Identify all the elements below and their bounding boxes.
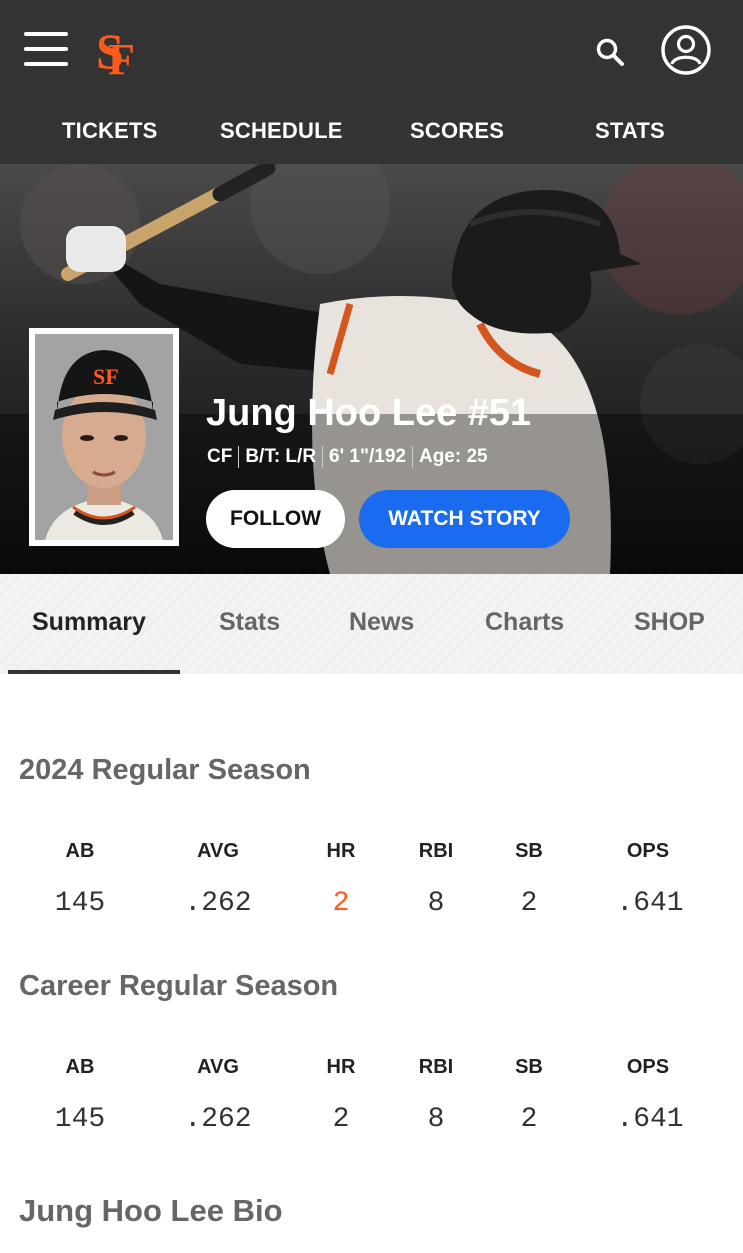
career-stats-title: Career Regular Season bbox=[19, 970, 339, 1002]
player-age: Age: 25 bbox=[418, 446, 488, 468]
season-value-sb: 2 bbox=[520, 888, 538, 919]
nav-tickets[interactable]: TICKETS bbox=[62, 118, 158, 144]
player-meta: CF B/T: L/R 6' 1"/192 Age: 25 bbox=[207, 446, 488, 468]
season-value-avg: .262 bbox=[184, 888, 252, 919]
career-header-sb: SB bbox=[515, 1056, 543, 1078]
career-header-hr: HR bbox=[326, 1056, 356, 1078]
giants-logo[interactable]: S F bbox=[94, 16, 142, 80]
search-icon[interactable] bbox=[594, 36, 626, 68]
career-header-rbi: RBI bbox=[418, 1056, 454, 1078]
player-bats-throws: B/T: L/R bbox=[245, 446, 317, 468]
season-header-hr: HR bbox=[326, 840, 356, 862]
career-value-sb: 2 bbox=[520, 1104, 538, 1135]
career-header-ops: OPS bbox=[626, 1056, 670, 1078]
tab-summary[interactable]: Summary bbox=[32, 608, 146, 637]
nav-scores[interactable]: SCORES bbox=[410, 118, 504, 144]
hamburger-icon[interactable] bbox=[24, 30, 70, 70]
tab-stats[interactable]: Stats bbox=[219, 608, 280, 637]
season-header-ab: AB bbox=[65, 840, 95, 862]
tab-charts[interactable]: Charts bbox=[485, 608, 564, 637]
player-headshot: SF bbox=[29, 328, 179, 546]
nav-schedule[interactable]: SCHEDULE bbox=[220, 118, 343, 144]
bio-title: Jung Hoo Lee Bio bbox=[19, 1193, 283, 1228]
tab-shop[interactable]: SHOP bbox=[634, 608, 705, 637]
career-value-avg: .262 bbox=[184, 1104, 252, 1135]
player-tabs: Summary Stats News Charts SHOP bbox=[0, 574, 743, 674]
season-value-ab: 145 bbox=[54, 888, 106, 919]
season-stats-title: 2024 Regular Season bbox=[19, 754, 311, 786]
main-nav: TICKETS SCHEDULE SCORES STATS bbox=[0, 102, 743, 164]
tab-news[interactable]: News bbox=[349, 608, 414, 637]
career-header-ab: AB bbox=[65, 1056, 95, 1078]
account-icon[interactable] bbox=[660, 24, 712, 76]
career-value-ops: .641 bbox=[616, 1104, 684, 1135]
headshot-image: SF bbox=[35, 334, 173, 540]
career-header-avg: AVG bbox=[197, 1056, 239, 1078]
player-position: CF bbox=[207, 446, 233, 468]
follow-button[interactable]: FOLLOW bbox=[206, 490, 345, 548]
season-value-ops: .641 bbox=[616, 888, 684, 919]
top-bar: S F TICKETS SCHEDULE SCORES STATS bbox=[0, 0, 743, 164]
cap-logo: SF bbox=[93, 364, 119, 389]
player-height-weight: 6' 1"/192 bbox=[329, 446, 406, 468]
season-header-sb: SB bbox=[515, 840, 543, 862]
season-header-ops: OPS bbox=[626, 840, 670, 862]
player-name: Jung Hoo Lee #51 bbox=[206, 392, 532, 434]
svg-text:F: F bbox=[108, 35, 135, 80]
watch-story-button[interactable]: WATCH STORY bbox=[359, 490, 570, 548]
nav-stats[interactable]: STATS bbox=[595, 118, 665, 144]
season-header-avg: AVG bbox=[197, 840, 239, 862]
active-tab-indicator bbox=[8, 670, 180, 674]
player-hero: SF Jung Hoo Lee #51 CF B/T: L/R 6' 1"/192 A… bbox=[0, 164, 743, 574]
career-value-ab: 145 bbox=[54, 1104, 106, 1135]
season-header-rbi: RBI bbox=[418, 840, 454, 862]
